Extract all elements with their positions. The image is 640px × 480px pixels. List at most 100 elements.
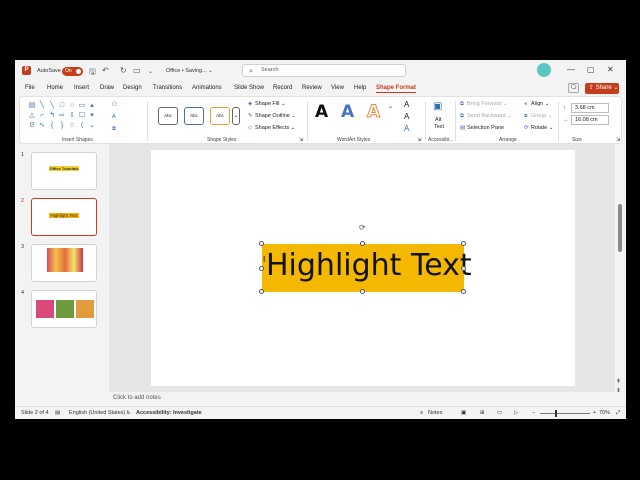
- wordart-style-blue[interactable]: A: [341, 102, 354, 122]
- edit-shape-icon[interactable]: ⬠: [112, 102, 119, 108]
- resize-handle[interactable]: [259, 266, 264, 271]
- zoom-slider[interactable]: [540, 413, 590, 414]
- line-shape-icon[interactable]: ╲: [37, 101, 47, 111]
- more-shapes-icon[interactable]: ⌄: [87, 121, 97, 131]
- align-button[interactable]: ⫷ Align ⌄: [524, 101, 549, 108]
- wordart-style-black[interactable]: A: [315, 102, 328, 122]
- zoom-out-icon[interactable]: −: [532, 410, 535, 416]
- text-outline-icon[interactable]: A: [404, 112, 409, 121]
- textbox-text[interactable]: Highlight Text: [266, 248, 472, 283]
- shape-fill-button[interactable]: ◈ Shape Fill ⌄: [248, 101, 286, 107]
- previous-slide-icon[interactable]: ⇞: [616, 378, 621, 385]
- tab-insert[interactable]: Insert: [74, 85, 89, 91]
- dialog-launcher-icon[interactable]: ⇲: [417, 137, 421, 143]
- resize-handle[interactable]: [360, 241, 365, 246]
- arrow-shape-icon[interactable]: ⇩: [67, 111, 77, 121]
- shape-style-3[interactable]: Abc: [210, 107, 230, 125]
- resize-handle[interactable]: [461, 289, 466, 294]
- zoom-level[interactable]: 70%: [599, 410, 610, 416]
- zoom-slider-handle[interactable]: [555, 410, 557, 417]
- scroll-thumb[interactable]: [618, 204, 622, 252]
- tab-shape-format[interactable]: Shape Format: [376, 85, 417, 93]
- wordart-style-outline[interactable]: A: [366, 102, 380, 123]
- accessibility-icon[interactable]: ♿: [126, 410, 131, 416]
- tab-record[interactable]: Record: [273, 85, 292, 91]
- notes-button[interactable]: Notes: [428, 410, 442, 416]
- comments-icon[interactable]: 🗨: [568, 83, 579, 93]
- slide-thumbnail-4[interactable]: [31, 290, 97, 328]
- language-status[interactable]: English (United States): [69, 410, 125, 416]
- save-icon[interactable]: 🖫: [89, 66, 96, 80]
- scroll-up-icon[interactable]: ▴: [87, 101, 97, 111]
- rotate-button[interactable]: ⟳ Rotate ⌄: [524, 125, 553, 131]
- selection-pane-button[interactable]: ▤ Selection Pane: [460, 125, 504, 131]
- slide-sorter-icon[interactable]: ⊞: [480, 410, 485, 416]
- brace-shape-icon[interactable]: }: [57, 121, 67, 131]
- tab-home[interactable]: Home: [47, 85, 63, 91]
- connector-shape-icon[interactable]: ⌐: [37, 111, 47, 121]
- text-effects-icon[interactable]: A: [404, 124, 409, 133]
- oval-shape-icon[interactable]: ○: [67, 101, 77, 111]
- rectangle-shape-icon[interactable]: □: [57, 101, 67, 111]
- line-shape-icon[interactable]: ╲: [47, 101, 57, 111]
- tab-draw[interactable]: Draw: [100, 85, 114, 91]
- resize-handle[interactable]: [259, 289, 264, 294]
- resize-handle[interactable]: [461, 266, 466, 271]
- avatar[interactable]: [537, 63, 551, 77]
- curve-shape-icon[interactable]: ∿: [37, 121, 47, 131]
- rotate-handle-icon[interactable]: ⟳: [359, 223, 366, 232]
- dialog-launcher-icon[interactable]: ⇲: [616, 137, 620, 143]
- alt-text-icon[interactable]: ▣: [433, 101, 442, 112]
- resize-handle[interactable]: [360, 289, 365, 294]
- send-backward-button[interactable]: ⧉ Send Backward ⌄: [460, 113, 512, 120]
- close-icon[interactable]: ✕: [607, 65, 614, 74]
- more-styles-icon[interactable]: ⌄: [232, 107, 240, 125]
- rounded-rect-shape-icon[interactable]: ▭: [77, 101, 87, 111]
- shape-outline-button[interactable]: ✎ Shape Outline ⌄: [248, 113, 296, 119]
- arrow-shape-icon[interactable]: ⇨: [57, 111, 67, 121]
- tab-design[interactable]: Design: [123, 85, 142, 91]
- tab-file[interactable]: File: [25, 85, 35, 91]
- text-fill-icon[interactable]: A: [404, 100, 409, 109]
- tab-help[interactable]: Help: [354, 85, 366, 91]
- spellcheck-icon[interactable]: ▤: [55, 410, 60, 416]
- vertical-scrollbar[interactable]: [615, 144, 626, 404]
- group-button[interactable]: ⧈ Group ⌄: [524, 113, 552, 120]
- scroll-down-icon[interactable]: ▾: [87, 111, 97, 121]
- shape-height-field[interactable]: 3.68 cm: [571, 103, 609, 113]
- next-slide-icon[interactable]: ⇟: [616, 387, 621, 394]
- shapes-gallery[interactable]: ▤ ╲ ╲ □ ○ ▭ ▴ △ ⌐ ↰ ⇨ ⇩ ☐ ▾ ᘓ ∿{} ☆ ⟨ ⌄: [27, 101, 97, 131]
- tab-animations[interactable]: Animations: [192, 85, 222, 91]
- tab-slide-show[interactable]: Slide Show: [234, 85, 264, 91]
- textbox-icon[interactable]: A: [112, 114, 119, 120]
- resize-handle[interactable]: [461, 241, 466, 246]
- alt-text-label-2[interactable]: Text: [434, 124, 444, 130]
- alt-text-label-1[interactable]: Alt: [435, 117, 441, 123]
- textbox-shape-icon[interactable]: ▤: [27, 101, 37, 111]
- zoom-in-icon[interactable]: +: [593, 410, 596, 416]
- accessibility-status[interactable]: Accessibility: Investigate: [136, 410, 202, 416]
- maximize-icon[interactable]: ▢: [587, 65, 595, 74]
- fit-to-window-icon[interactable]: ⤢: [616, 410, 620, 417]
- highlighted-textbox[interactable]: Highlight Text: [262, 244, 472, 292]
- slideshow-icon[interactable]: ▭: [133, 66, 141, 75]
- slide-canvas[interactable]: ⟳ Highlight Text I: [151, 150, 575, 386]
- redo-icon[interactable]: ↻: [120, 66, 127, 75]
- autosave-toggle[interactable]: On: [62, 67, 83, 76]
- tab-view[interactable]: View: [331, 85, 344, 91]
- slide-thumbnail-3[interactable]: [31, 244, 97, 282]
- undo-icon[interactable]: ↶: [102, 66, 109, 75]
- bring-forward-button[interactable]: ⧉ Bring Forward ⌄: [460, 101, 508, 108]
- shape-style-1[interactable]: Abc: [158, 107, 178, 125]
- resize-handle[interactable]: [259, 241, 264, 246]
- tab-review[interactable]: Review: [302, 85, 322, 91]
- shape-effects-button[interactable]: ◇ Shape Effects ⌄: [248, 125, 295, 131]
- notes-icon[interactable]: ≡: [420, 410, 423, 416]
- callout-shape-icon[interactable]: ☐: [77, 111, 87, 121]
- customize-qat-icon[interactable]: ⌄: [148, 68, 153, 75]
- normal-view-icon[interactable]: ▣: [461, 410, 466, 416]
- star-shape-icon[interactable]: ☆: [67, 121, 77, 131]
- merge-shapes-icon[interactable]: ⧉: [112, 126, 119, 133]
- connector-shape-icon[interactable]: ↰: [47, 111, 57, 121]
- document-name[interactable]: Office • Saving... ⌄: [166, 68, 213, 74]
